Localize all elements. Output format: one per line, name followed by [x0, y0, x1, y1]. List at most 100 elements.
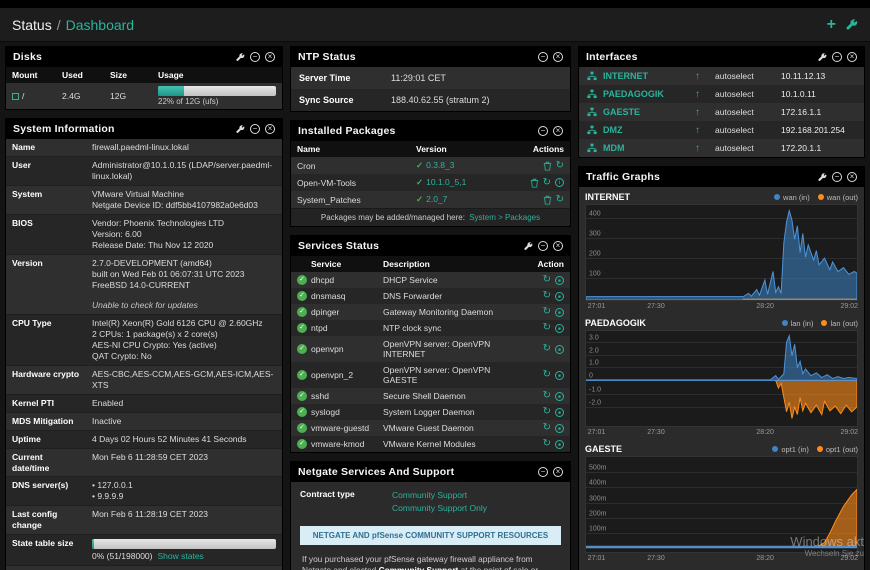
stop-service-icon[interactable]: ■	[555, 370, 564, 380]
y-axis-label: 1.0	[589, 359, 599, 367]
services-status-panel: Services Status − × Service Description …	[290, 235, 571, 453]
graph-legend: opt1 (in) opt1 (out)	[772, 445, 858, 454]
close-icon[interactable]: ×	[847, 52, 857, 62]
minimize-icon[interactable]: −	[538, 467, 548, 477]
minimize-icon[interactable]: −	[832, 52, 842, 62]
service-name: openvpn	[311, 344, 344, 354]
system-info-row: User Administrator@10.1.0.15 (LDAP/server…	[6, 157, 282, 187]
contract-type-value[interactable]: Community Support	[392, 489, 487, 502]
close-icon[interactable]: ×	[553, 241, 563, 251]
page-header: Status / Dashboard +	[0, 8, 870, 42]
interface-name[interactable]: GAESTE	[603, 107, 695, 117]
package-name: Cron	[297, 160, 316, 171]
trash-icon[interactable]	[543, 195, 552, 205]
close-icon[interactable]: ×	[265, 52, 275, 62]
stop-service-icon[interactable]: ■	[555, 323, 564, 333]
interface-row: MDM ↑ autoselect 172.20.1.1	[579, 139, 864, 157]
legend-out: wan (out)	[817, 192, 858, 202]
interface-media: autoselect	[715, 71, 754, 81]
stop-service-icon[interactable]: ■	[555, 307, 564, 317]
reinstall-icon[interactable]: ↻	[556, 160, 564, 171]
stop-service-icon[interactable]: ■	[555, 344, 564, 354]
reinstall-icon[interactable]: ↻	[556, 194, 564, 205]
restart-service-icon[interactable]: ↻	[543, 439, 551, 449]
y-axis-label: 200	[589, 250, 601, 258]
interface-name[interactable]: INTERNET	[603, 71, 695, 81]
info-icon[interactable]: i	[555, 178, 564, 187]
system-info-text: AES-NI CPU Crypto: Yes (active)	[92, 339, 217, 350]
close-icon[interactable]: ×	[847, 172, 857, 182]
network-icon	[587, 143, 603, 153]
system-info-row: Current date/time Mon Feb 6 11:28:59 CET …	[6, 448, 282, 478]
wrench-icon[interactable]	[524, 241, 533, 251]
stop-service-icon[interactable]: ■	[555, 291, 564, 301]
progress-bar	[92, 538, 276, 549]
panel-title-interfaces: Interfaces	[586, 51, 638, 63]
reinstall-icon[interactable]: ↻	[543, 177, 551, 188]
minimize-icon[interactable]: −	[832, 172, 842, 182]
restart-service-icon[interactable]: ↻	[543, 323, 551, 333]
trash-icon[interactable]	[530, 178, 539, 188]
restart-service-icon[interactable]: ↻	[543, 423, 551, 433]
y-axis-label: 400	[589, 210, 601, 218]
system-info-text: 2.7.0-DEVELOPMENT (amd64)	[92, 258, 212, 269]
wrench-icon[interactable]	[236, 124, 245, 134]
stop-service-icon[interactable]: ■	[555, 275, 564, 285]
x-axis-label: 28:20	[756, 303, 774, 310]
trash-icon[interactable]	[543, 161, 552, 171]
graph-header: INTERNET wan (in) wan (out)	[585, 192, 858, 202]
restart-service-icon[interactable]: ↻	[543, 291, 551, 301]
wrench-icon[interactable]	[818, 52, 827, 62]
col-header-actions: Actions	[532, 144, 564, 154]
system-info-text: firewall.paedml-linux.lokal	[92, 142, 189, 152]
system-info-label: Current date/time	[12, 451, 50, 473]
interface-row: PAEDAGOGIK ↑ autoselect 10.1.0.11	[579, 85, 864, 103]
restart-service-icon[interactable]: ↻	[543, 407, 551, 417]
stop-service-icon[interactable]: ■	[555, 391, 564, 401]
close-icon[interactable]: ×	[553, 126, 563, 136]
system-info-text: Intel(R) Xeon(R) Gold 6126 CPU @ 2.60GHz	[92, 317, 263, 328]
wrench-icon[interactable]	[846, 18, 858, 31]
top-menubar	[0, 0, 870, 8]
restart-service-icon[interactable]: ↻	[543, 370, 551, 380]
graph-header: PAEDAGOGIK lan (in) lan (out)	[585, 318, 858, 328]
close-icon[interactable]: ×	[553, 467, 563, 477]
stop-service-icon[interactable]: ■	[555, 439, 564, 449]
contract-type-value-2[interactable]: Community Support Only	[392, 502, 487, 515]
minimize-icon[interactable]: −	[538, 52, 548, 62]
system-info-text: • 127.0.0.1	[92, 480, 133, 491]
add-widget-icon[interactable]: +	[827, 16, 836, 32]
stop-service-icon[interactable]: ■	[555, 423, 564, 433]
ntp-row: Sync Source 188.40.62.55 (stratum 2)	[291, 89, 570, 111]
restart-service-icon[interactable]: ↻	[543, 275, 551, 285]
system-info-row: MBUF Usage24% (6450/26583)	[6, 565, 282, 570]
breadcrumb-page[interactable]: Dashboard	[66, 17, 135, 33]
minimize-icon[interactable]: −	[538, 241, 548, 251]
minimize-icon[interactable]: −	[538, 126, 548, 136]
system-info-text: built on Wed Feb 01 06:07:31 UTC 2023	[92, 269, 245, 280]
close-icon[interactable]: ×	[553, 52, 563, 62]
restart-service-icon[interactable]: ↻	[543, 344, 551, 354]
packages-link[interactable]: System > Packages	[469, 213, 540, 222]
minimize-icon[interactable]: −	[250, 52, 260, 62]
system-info-row: MDS Mitigation Inactive	[6, 412, 282, 431]
system-info-row: Uptime 4 Days 02 Hours 52 Minutes 41 Seco…	[6, 430, 282, 449]
ntp-label: Sync Source	[299, 95, 354, 105]
interface-name[interactable]: PAEDAGOGIK	[603, 89, 695, 99]
interface-name[interactable]: MDM	[603, 143, 695, 153]
stop-service-icon[interactable]: ■	[555, 407, 564, 417]
minimize-icon[interactable]: −	[250, 124, 260, 134]
service-description: Gateway Monitoring Daemon	[383, 307, 494, 317]
y-axis-label: -2.0	[589, 399, 602, 407]
restart-service-icon[interactable]: ↻	[543, 391, 551, 401]
close-icon[interactable]: ×	[265, 124, 275, 134]
legend-label-out: wan (out)	[826, 192, 858, 202]
interface-name[interactable]: DMZ	[603, 125, 695, 135]
disk-used: 2.4G	[62, 91, 81, 101]
show-states-link[interactable]: Show states	[158, 551, 204, 561]
wrench-icon[interactable]	[818, 172, 827, 182]
restart-service-icon[interactable]: ↻	[543, 307, 551, 317]
wrench-icon[interactable]	[236, 52, 245, 62]
system-info-text: 2 CPUs: 1 package(s) x 2 core(s)	[92, 328, 218, 339]
